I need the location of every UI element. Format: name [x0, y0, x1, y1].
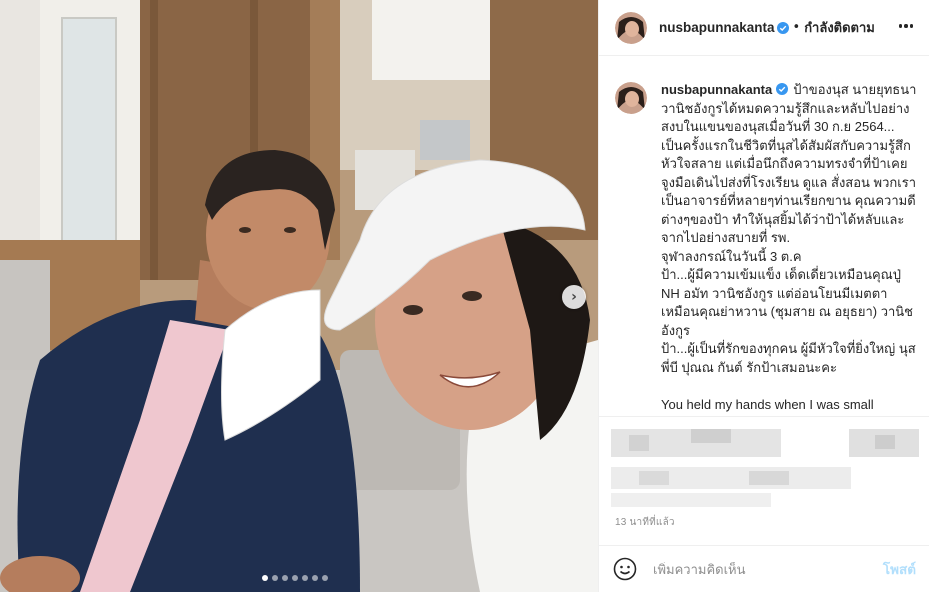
comment-input[interactable] [653, 561, 883, 577]
following-button[interactable]: กำลังติดตาม [804, 17, 875, 38]
separator-dot: • [792, 20, 801, 35]
carousel-dot [302, 575, 308, 581]
post-header: nusbapunnakanta • กำลังติดตาม [599, 0, 929, 56]
header-username[interactable]: nusbapunnakanta [659, 20, 775, 35]
carousel-dot [312, 575, 318, 581]
caption-username[interactable]: nusbapunnakanta [661, 82, 772, 97]
more-options-icon[interactable] [896, 14, 916, 38]
post-side-panel: nusbapunnakanta • กำลังติดตาม nusbapunna… [598, 0, 929, 592]
carousel-next-button[interactable]: › [562, 285, 586, 309]
post-photo[interactable]: › [0, 0, 598, 592]
verified-badge-icon [776, 21, 789, 34]
caption-text: ป้าของนุส นายยุทธนา วานิชอังกูรได้หมดควา… [661, 82, 917, 416]
carousel-dot [322, 575, 328, 581]
carousel-dot [282, 575, 288, 581]
blurred-comments [599, 416, 929, 512]
post-caption: nusbapunnakanta ป้าของนุส นายยุทธนา วานิช… [661, 81, 919, 416]
comment-bar: โพสต์ [599, 545, 929, 592]
verified-badge-icon [776, 83, 789, 95]
post-timestamp: 13 นาทีที่แล้ว [615, 517, 675, 528]
chevron-right-icon: › [571, 289, 577, 305]
post-comment-button[interactable]: โพสต์ [883, 558, 916, 580]
carousel-dot [272, 575, 278, 581]
carousel-indicator [262, 575, 328, 581]
emoji-icon[interactable] [613, 557, 637, 581]
photo-image [0, 0, 598, 592]
avatar[interactable] [615, 11, 647, 44]
caption-area: nusbapunnakanta ป้าของนุส นายยุทธนา วานิช… [599, 68, 929, 416]
carousel-dot [262, 575, 268, 581]
carousel-dot [292, 575, 298, 581]
caption-avatar[interactable] [615, 82, 647, 114]
